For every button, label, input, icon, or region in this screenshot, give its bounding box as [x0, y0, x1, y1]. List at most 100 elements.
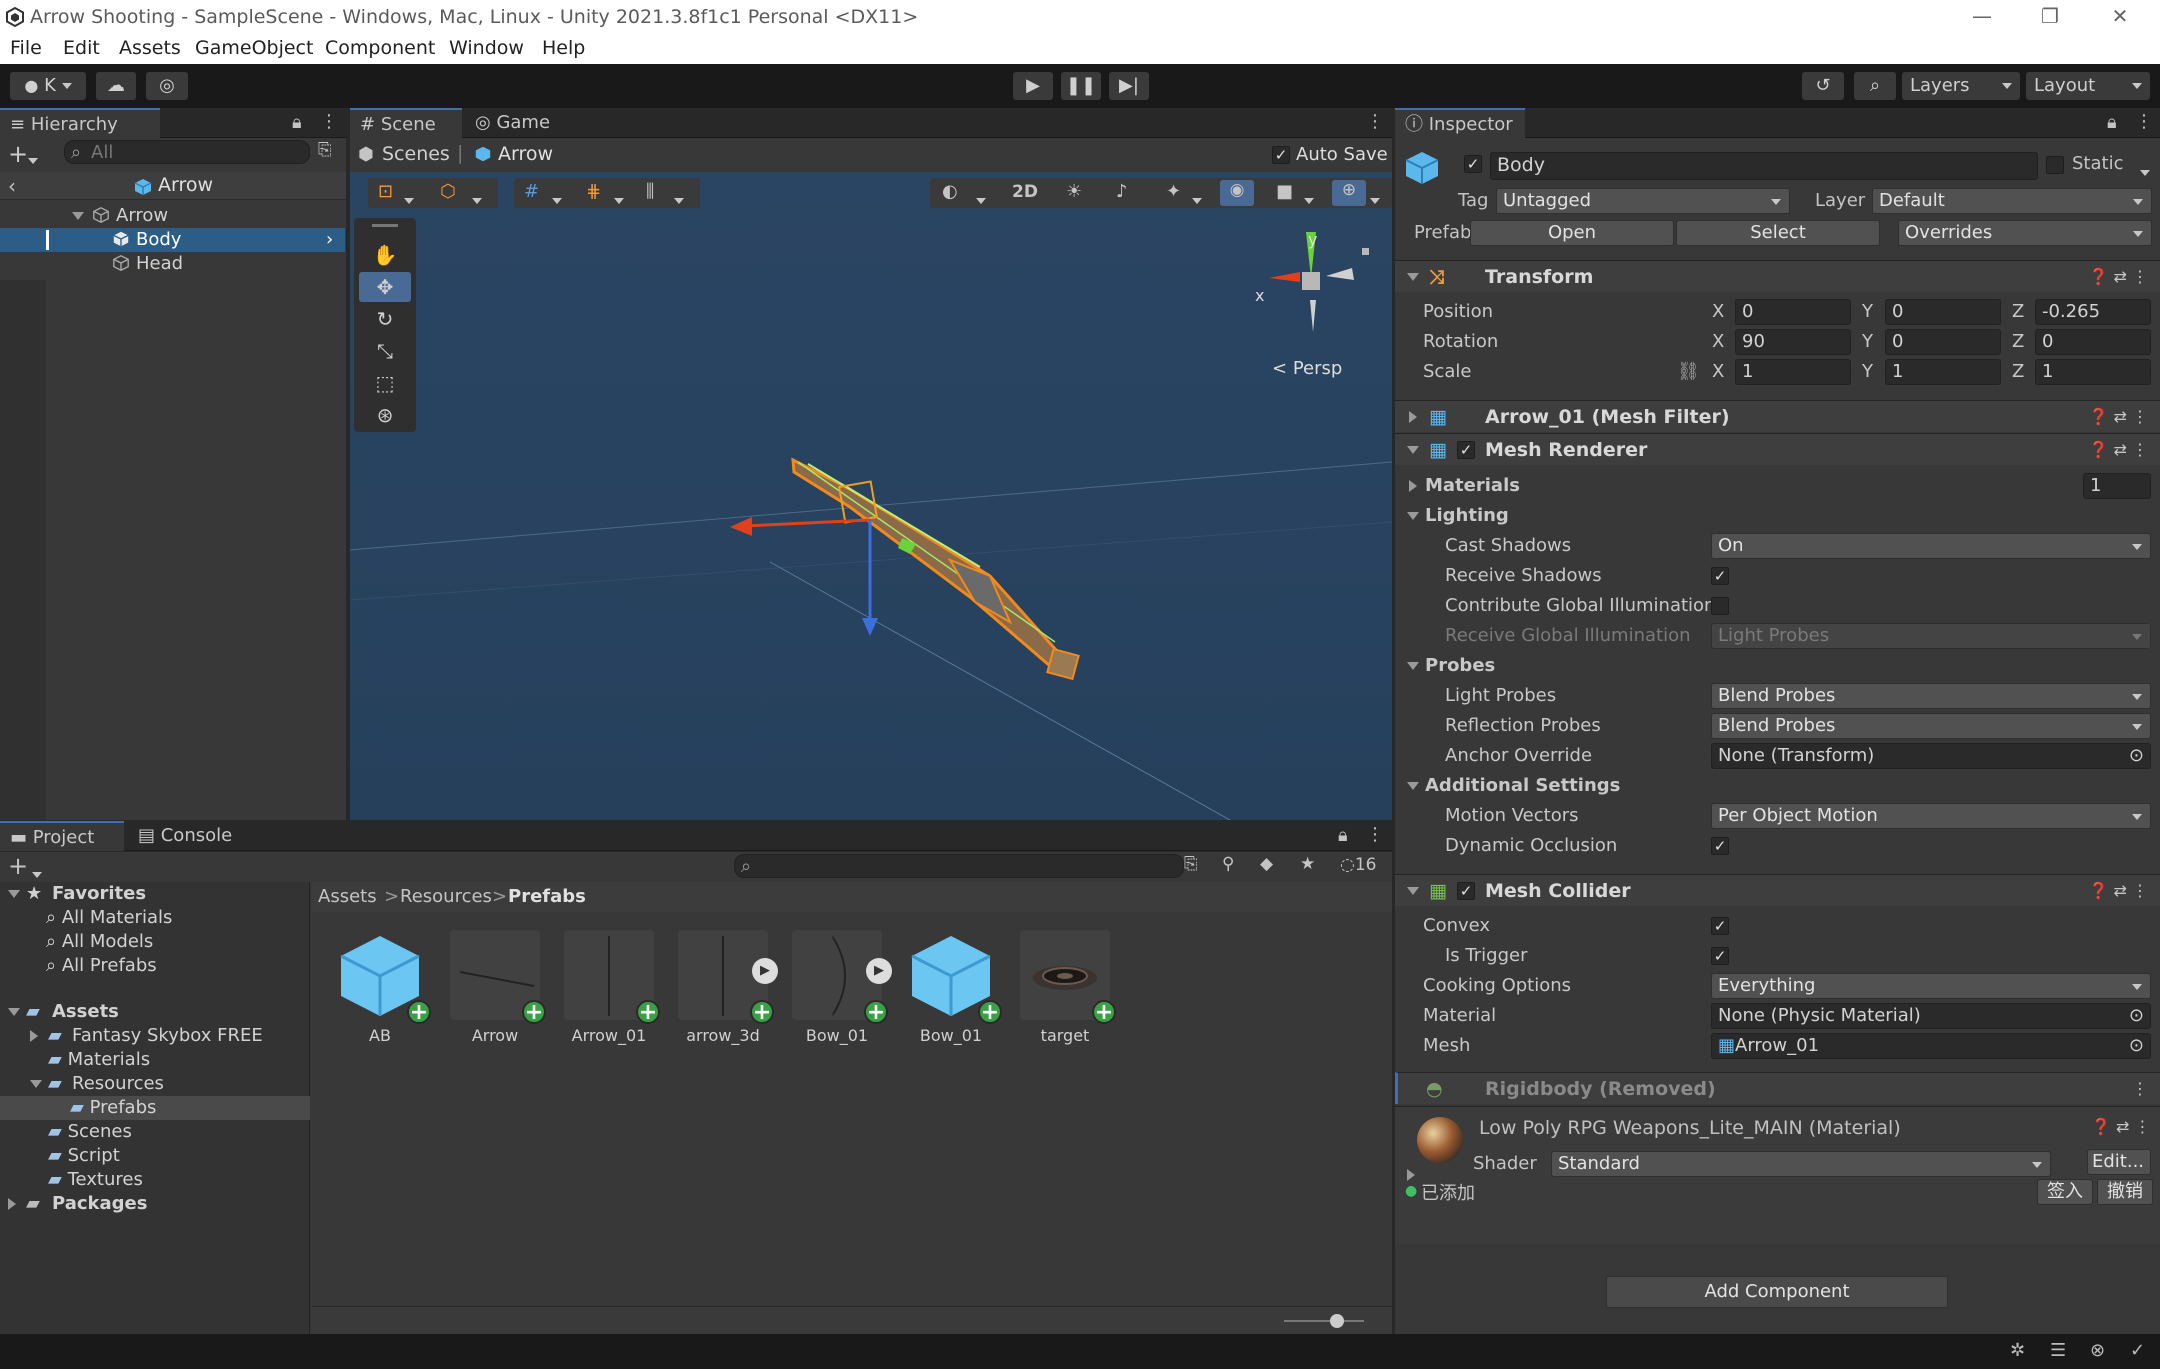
project-search-input[interactable]: ⌕ — [734, 854, 1184, 878]
hidden-objects-icon[interactable]: ◉ — [1220, 180, 1254, 206]
receive-shadows-checkbox[interactable]: ✓ — [1711, 567, 1729, 585]
shading-mode-icon[interactable]: ◐ — [942, 181, 958, 202]
scale-z-input[interactable]: 1 — [2035, 359, 2151, 385]
effects-icon[interactable]: ✦ — [1166, 181, 1181, 202]
back-arrow-icon[interactable]: ‹ — [8, 174, 16, 198]
dropdown-arrow-icon[interactable] — [1370, 190, 1380, 209]
tag-dropdown[interactable]: Untagged — [1496, 188, 1790, 214]
crumb-prefabs[interactable]: Prefabs — [508, 882, 586, 912]
component-menu-icon[interactable]: ⋮ — [2132, 1073, 2148, 1105]
layout-dropdown[interactable]: Layout — [2026, 72, 2150, 100]
collider-mesh-field[interactable]: ▦Arrow_01 ⊙ — [1711, 1033, 2151, 1059]
layers-dropdown[interactable]: Layers — [1902, 72, 2020, 100]
favorite-star-icon[interactable]: ★ — [1300, 854, 1315, 874]
folder-scenes[interactable]: ▰ Scenes — [48, 1120, 132, 1144]
lock-icon[interactable]: 🔒︎ — [1338, 825, 1348, 846]
folder-prefabs[interactable]: ▰ Prefabs — [0, 1096, 310, 1120]
minimize-button[interactable]: — — [1962, 4, 2002, 30]
favorite-all-models[interactable]: ⌕ All Models — [46, 930, 153, 954]
grid-icon[interactable]: # — [524, 181, 539, 202]
breadcrumb-arrow[interactable]: Arrow — [498, 143, 553, 165]
mesh-collider-enabled-checkbox[interactable]: ✓ — [1457, 882, 1475, 900]
increment-snap-icon[interactable]: ⫼ — [646, 181, 654, 202]
object-picker-icon[interactable]: ⊙ — [2129, 744, 2144, 768]
menu-help[interactable]: Help — [542, 37, 585, 59]
hidden-packages-toggle[interactable]: ◌16 — [1340, 855, 1376, 875]
persp-toggle[interactable]: < Persp — [1272, 358, 1342, 379]
shader-dropdown[interactable]: Standard — [1551, 1151, 2051, 1177]
transform-header[interactable]: ⤨ Transform ❓ ⇄ ⋮ — [1395, 260, 2160, 292]
is-trigger-checkbox[interactable]: ✓ — [1711, 947, 1729, 965]
component-header-icons[interactable]: ❓ ⇄ ⋮ — [2089, 401, 2149, 433]
dropdown-arrow-icon[interactable] — [552, 190, 562, 209]
rotation-y-input[interactable]: 0 — [1885, 329, 2001, 355]
asset-arrow-3d[interactable]: ▶ + arrow_3d — [673, 930, 778, 1045]
crumb-resources[interactable]: Resources — [400, 882, 492, 912]
auto-generate-lighting-icon[interactable]: ⊗ — [2090, 1340, 2105, 1361]
revert-button[interactable]: 撤销 — [2097, 1179, 2153, 1205]
breadcrumb-scenes[interactable]: Scenes — [382, 143, 450, 165]
crumb-assets[interactable]: Assets — [318, 882, 377, 912]
constrain-proportions-icon[interactable]: ⛓ — [1677, 357, 1700, 387]
transform-tool-icon[interactable]: ⊛ — [359, 400, 411, 430]
pause-button[interactable]: ❚❚ — [1061, 72, 1101, 100]
step-button[interactable]: ▶| — [1109, 72, 1149, 100]
tab-scene[interactable]: # Scene — [350, 108, 462, 138]
folder-materials[interactable]: ▰ Materials — [48, 1048, 150, 1072]
menu-component[interactable]: Component — [325, 37, 435, 59]
thumbnail-size-track[interactable] — [1284, 1320, 1364, 1322]
dropdown-arrow-icon[interactable] — [674, 190, 684, 209]
scale-y-input[interactable]: 1 — [1885, 359, 2001, 385]
lighting-foldout[interactable]: Lighting — [1395, 501, 2160, 531]
add-component-button[interactable]: Add Component — [1606, 1276, 1948, 1308]
mesh-filter-header[interactable]: ▦ Arrow_01 (Mesh Filter) ❓ ⇄ ⋮ — [1395, 400, 2160, 432]
global-icon[interactable]: ⬡ — [440, 181, 456, 202]
favorite-all-prefabs[interactable]: ⌕ All Prefabs — [46, 954, 157, 978]
rotate-tool-icon[interactable]: ↻ — [359, 304, 411, 334]
scene-viewport[interactable]: y x < Persp — [350, 172, 1392, 820]
snap-icon[interactable]: ⋕ — [586, 181, 601, 202]
hierarchy-item-arrow[interactable]: Arrow — [0, 204, 345, 228]
position-x-input[interactable]: 0 — [1735, 299, 1851, 325]
auto-save-checkbox[interactable]: ✓ — [1272, 146, 1290, 164]
menu-file[interactable]: File — [10, 37, 42, 59]
cloud-icon[interactable]: ☁ — [96, 72, 136, 100]
collider-material-field[interactable]: None (Physic Material) ⊙ — [1711, 1003, 2151, 1029]
rotation-z-input[interactable]: 0 — [2035, 329, 2151, 355]
asset-arrow[interactable]: + Arrow — [445, 930, 546, 1045]
create-dropdown-arrow-icon[interactable] — [32, 864, 42, 883]
tab-hierarchy[interactable]: ≡ Hierarchy — [0, 108, 160, 138]
tab-console[interactable]: ▤ Console — [128, 821, 258, 851]
add-icon[interactable]: + — [8, 140, 28, 168]
object-name-input[interactable]: Body — [1490, 152, 2038, 180]
account-dropdown[interactable]: ● K — [10, 72, 86, 100]
position-y-input[interactable]: 0 — [1885, 299, 2001, 325]
rigidbody-removed-header[interactable]: ◓ Rigidbody (Removed) ⋮ — [1395, 1072, 2160, 1104]
toggle-2d-button[interactable]: 2D — [1012, 182, 1038, 202]
object-picker-icon[interactable]: ⊙ — [2129, 1004, 2144, 1028]
component-header-icons[interactable]: ❓ ⇄ ⋮ — [2089, 875, 2149, 907]
chevron-right-icon[interactable]: › — [326, 228, 333, 252]
audio-icon[interactable]: ♪ — [1116, 181, 1128, 202]
favorite-all-materials[interactable]: ⌕ All Materials — [46, 906, 172, 930]
dropdown-arrow-icon[interactable] — [404, 190, 414, 209]
pivot-icon[interactable]: ⊡ — [378, 181, 393, 202]
rect-tool-icon[interactable]: ⬚ — [359, 368, 411, 398]
maximize-button[interactable]: ❐ — [2030, 4, 2070, 30]
contribute-gi-checkbox[interactable] — [1711, 597, 1729, 615]
layer-dropdown[interactable]: Default — [1872, 188, 2152, 214]
shader-edit-button[interactable]: Edit... — [2087, 1149, 2151, 1175]
hierarchy-item-body[interactable]: Body › — [0, 228, 345, 252]
scale-tool-icon[interactable]: ⤡ — [359, 336, 411, 366]
dropdown-arrow-icon[interactable] — [614, 190, 624, 209]
label-filter-icon[interactable]: ◆ — [1260, 854, 1273, 874]
collab-icon[interactable]: ◎ — [146, 72, 188, 100]
reflection-probes-dropdown[interactable]: Blend Probes — [1711, 713, 2151, 739]
asset-arrow-01[interactable]: + Arrow_01 — [559, 930, 660, 1045]
tab-inspector[interactable]: ⓘ Inspector — [1395, 108, 1525, 138]
asset-target[interactable]: + target — [1015, 930, 1116, 1045]
folder-textures[interactable]: ▰ Textures — [48, 1168, 143, 1192]
gizmos-icon[interactable]: ⊕ — [1332, 180, 1366, 206]
progress-check-icon[interactable]: ✓ — [2130, 1340, 2145, 1361]
asset-bow-01-model[interactable]: ▶ + Bow_01 — [787, 930, 892, 1045]
